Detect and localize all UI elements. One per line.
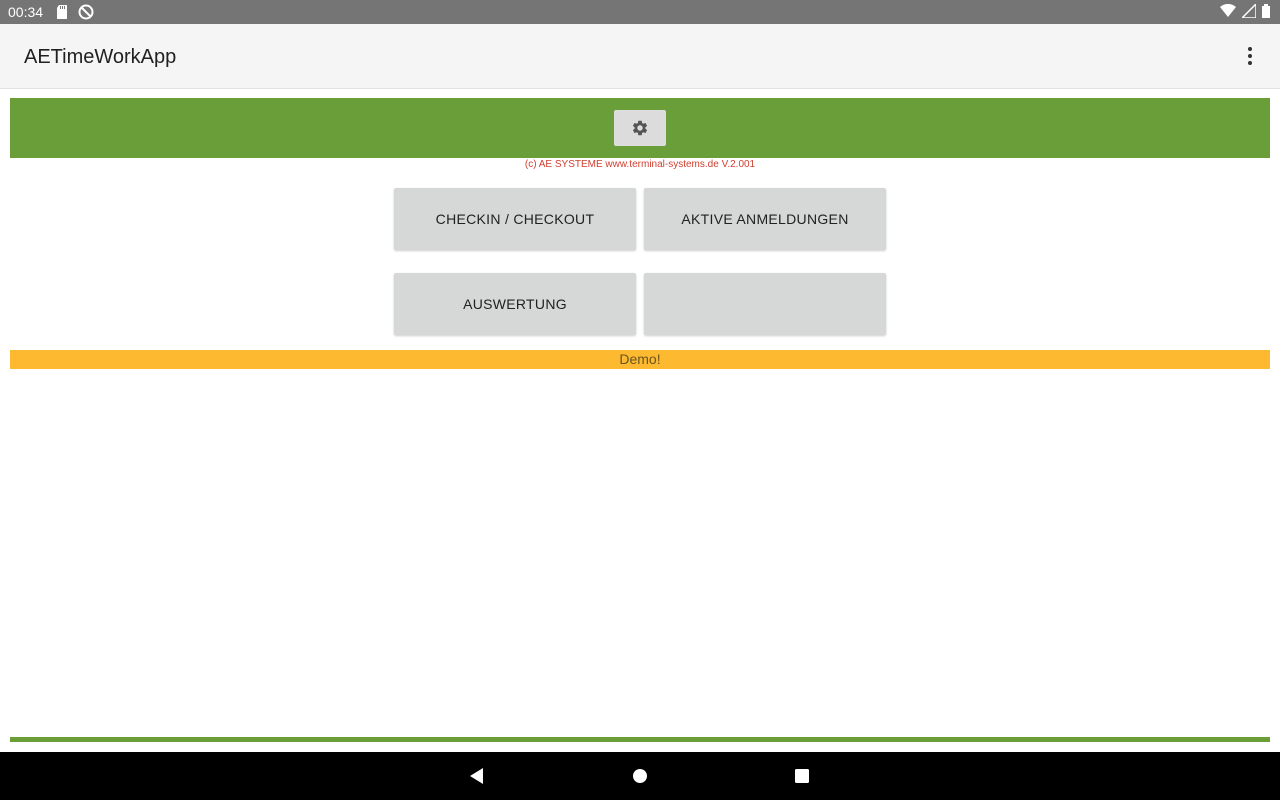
footer-divider [10, 737, 1270, 742]
app-bar: AETimeWorkApp [0, 24, 1280, 89]
recents-icon[interactable] [792, 766, 812, 786]
demo-banner: Demo! [10, 350, 1270, 369]
home-icon[interactable] [630, 766, 650, 786]
header-bar [10, 98, 1270, 158]
status-bar: 00:34 [0, 0, 1280, 24]
sd-card-icon [57, 5, 67, 19]
back-icon[interactable] [467, 766, 487, 786]
more-vert-icon[interactable] [1242, 46, 1258, 66]
navigation-bar [0, 752, 1280, 800]
signal-icon [1242, 4, 1256, 18]
sync-blocked-icon [78, 4, 94, 20]
copyright-text: (c) AE SYSTEME www.terminal-systems.de V… [524, 159, 756, 170]
wifi-icon [1220, 4, 1236, 17]
status-time: 00:34 [8, 4, 44, 20]
empty-tile-button[interactable] [644, 273, 886, 335]
battery-icon [1262, 4, 1270, 18]
active-logins-button[interactable]: AKTIVE ANMELDUNGEN [644, 188, 886, 250]
checkin-checkout-button[interactable]: CHECKIN / CHECKOUT [394, 188, 636, 250]
app-title: AETimeWorkApp [24, 46, 177, 68]
status-icons-right [1220, 4, 1270, 18]
evaluation-button[interactable]: AUSWERTUNG [394, 273, 636, 335]
settings-button[interactable] [614, 110, 666, 146]
gear-icon [632, 120, 648, 136]
